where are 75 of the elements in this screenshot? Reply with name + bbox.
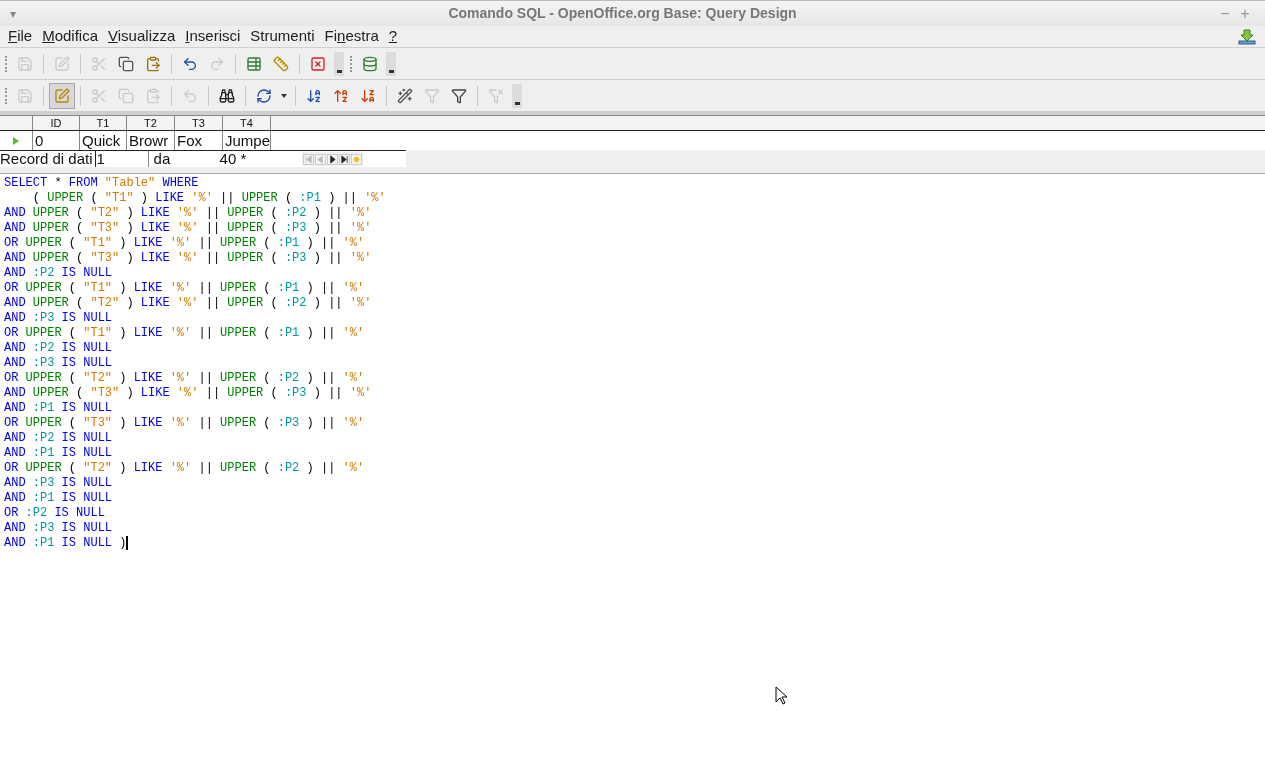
menu-item[interactable]: File	[3, 25, 38, 48]
sql-line: AND :P2 IS NULL	[4, 431, 113, 446]
redo-icon	[209, 55, 225, 72]
column-header[interactable]: T3	[175, 116, 223, 130]
sql-line: AND UPPER ( "T3" ) LIKE '%' || UPPER ( :P3 ) || '%'	[4, 251, 372, 266]
save-icon	[17, 87, 33, 104]
sql-line: AND UPPER ( "T3" ) LIKE '%' || UPPER ( :P3 ) || '%'	[4, 386, 372, 401]
sort-ascending-icon	[333, 87, 349, 104]
copy-icon	[118, 55, 134, 72]
sql-line: AND :P3 IS NULL	[4, 476, 113, 491]
filter-icon	[424, 87, 440, 104]
menu-item[interactable]: Inserisci	[180, 25, 246, 48]
sql-line: AND :P2 IS NULL	[4, 266, 113, 281]
sql-line: AND :P3 IS NULL	[4, 311, 113, 326]
overflow-button[interactable]	[512, 83, 522, 108]
filter-icon	[451, 87, 467, 104]
undo-icon	[182, 55, 198, 72]
menu-item[interactable]: ?	[383, 25, 403, 48]
download-icon[interactable]	[1238, 28, 1256, 45]
toolbar-grip[interactable]	[5, 87, 8, 104]
scissors-icon	[91, 55, 107, 72]
sql-line: OR UPPER ( "T2" ) LIKE '%' || UPPER ( :P2 ) || '%'	[4, 371, 365, 386]
sql-line: OR UPPER ( "T1" ) LIKE '%' || UPPER ( :P1 ) || '%'	[4, 326, 365, 341]
record-count: 40 *	[219, 151, 248, 167]
sql-line: OR UPPER ( "T1" ) LIKE '%' || UPPER ( :P1 ) || '%'	[4, 236, 365, 251]
clipboard-icon	[145, 87, 161, 104]
sql-line: ( UPPER ( "T1" ) LIKE '%' || UPPER ( :P1 ) || '%'	[31, 191, 386, 206]
sql-line: AND :P3 IS NULL	[4, 356, 113, 371]
undo-icon	[182, 87, 198, 104]
sql-line: AND :P2 IS NULL	[4, 341, 113, 356]
ruler-icon	[273, 55, 289, 72]
remove-filter-icon	[488, 87, 504, 104]
edit-icon	[54, 55, 70, 72]
caret-icon[interactable]	[281, 93, 287, 98]
sort-descending-icon	[360, 87, 376, 104]
mouse-pointer-icon	[775, 686, 787, 705]
sql-line: AND :P1 IS NULL	[4, 401, 113, 416]
sql-line: AND :P1 IS NULL	[4, 446, 113, 461]
sql-line: OR UPPER ( "T1" ) LIKE '%' || UPPER ( :P1 ) || '%'	[4, 281, 365, 296]
save-icon	[17, 55, 33, 72]
navigation-button[interactable]	[326, 153, 338, 165]
column-header[interactable]: ID	[33, 116, 80, 130]
sql-line: AND :P1 IS NULL	[4, 491, 113, 506]
overflow-button[interactable]	[334, 51, 344, 76]
binoculars-icon	[219, 87, 235, 104]
menu-item[interactable]: Strumenti	[245, 25, 320, 48]
toolbar-grip[interactable]	[350, 55, 353, 72]
column-header[interactable]: T2	[127, 116, 175, 130]
sql-line: AND :P1 IS NULL )	[4, 536, 129, 552]
menu-item[interactable]: Finestra	[319, 25, 384, 48]
clipboard-icon	[145, 55, 161, 72]
menu-item[interactable]: Visualizza	[103, 25, 181, 48]
window-title: Comando SQL - OpenOffice.org Base: Query Design	[447, 4, 798, 23]
sort-icon	[306, 87, 322, 104]
column-header[interactable]: T4	[223, 116, 271, 130]
refresh-icon	[256, 87, 272, 104]
overflow-button[interactable]	[386, 51, 396, 76]
edit-icon	[54, 87, 70, 104]
sql-line: AND UPPER ( "T3" ) LIKE '%' || UPPER ( :P3 ) || '%'	[4, 221, 372, 236]
column-header[interactable]: T1	[80, 116, 127, 130]
copy-icon	[118, 87, 134, 104]
sql-line: AND UPPER ( "T2" ) LIKE '%' || UPPER ( :P2 ) || '%'	[4, 206, 372, 221]
sql-line: OR UPPER ( "T3" ) LIKE '%' || UPPER ( :P3 ) || '%'	[4, 416, 365, 431]
magic-wand-icon	[397, 87, 413, 104]
navigation-button[interactable]	[338, 153, 350, 165]
sql-line: SELECT * FROM "Table" WHERE	[4, 176, 199, 191]
record-label: Record di dati	[0, 151, 93, 167]
scissors-icon	[91, 87, 107, 104]
sql-line: OR :P2 IS NULL	[4, 506, 105, 521]
sql-line: AND UPPER ( "T2" ) LIKE '%' || UPPER ( :P2 ) || '%'	[4, 296, 372, 311]
sql-line: AND :P3 IS NULL	[4, 521, 113, 536]
toolbar-grip[interactable]	[5, 55, 8, 72]
sql-line: OR UPPER ( "T2" ) LIKE '%' || UPPER ( :P2 ) || '%'	[4, 461, 365, 476]
menu-item[interactable]: Modifica	[37, 25, 104, 48]
edit-button[interactable]	[49, 82, 75, 109]
